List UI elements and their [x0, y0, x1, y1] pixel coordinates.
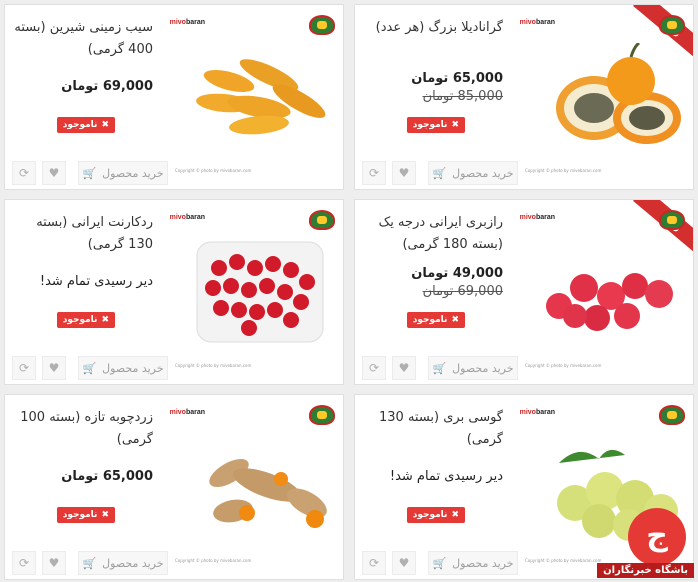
brand-label: mivobaran — [169, 19, 205, 26]
product-card-granadilla[interactable]: ویژه mivobaran گرانادیلا بزرگ (هر عدد) 6… — [354, 4, 694, 190]
close-icon: ✖ — [101, 120, 109, 130]
product-image[interactable] — [189, 43, 339, 153]
close-icon: ✖ — [451, 315, 459, 325]
product-title[interactable]: گوسی بری (بسته 130 گرمی) — [358, 407, 503, 451]
wishlist-button[interactable]: ♥ — [42, 356, 66, 380]
watermark-logo: ج باشگاه خبرنگاران — [574, 508, 694, 578]
brand-label: mivobaran — [169, 409, 205, 416]
cart-icon: 🛒 — [82, 361, 97, 375]
compare-button[interactable]: ⟳ — [362, 161, 386, 185]
photo-copyright: Copyright © photo by mivebaran.com — [175, 168, 252, 173]
wishlist-button[interactable]: ♥ — [42, 161, 66, 185]
cart-icon: 🛒 — [432, 166, 447, 180]
wishlist-button[interactable]: ♥ — [42, 551, 66, 575]
compare-button[interactable]: ⟳ — [362, 551, 386, 575]
soldout-badge: ✖ ناموجود — [56, 312, 115, 328]
product-price: 65,000 تومان — [411, 71, 503, 86]
store-logo-icon — [659, 15, 685, 35]
product-old-price: 85,000 تومان — [422, 89, 503, 104]
close-icon: ✖ — [451, 510, 459, 520]
soldout-message: دیر رسیدی تمام شد! — [39, 274, 153, 289]
refresh-icon: ⟳ — [18, 556, 30, 570]
photo-copyright: Copyright © photo by mivebaran.com — [175, 363, 252, 368]
product-image[interactable] — [539, 43, 689, 153]
brand-label: mivobaran — [169, 214, 205, 221]
store-logo-icon — [659, 210, 685, 230]
product-card-raspberry[interactable]: ویژه mivobaran رازبری ایرانی درجه یک (بس… — [354, 199, 694, 385]
wishlist-button[interactable]: ♥ — [392, 356, 416, 380]
refresh-icon: ⟳ — [368, 166, 380, 180]
refresh-icon: ⟳ — [18, 166, 30, 180]
compare-button[interactable]: ⟳ — [12, 551, 36, 575]
buy-button[interactable]: خرید محصول 🛒 — [78, 356, 168, 380]
compare-button[interactable]: ⟳ — [362, 356, 386, 380]
brand-label: mivobaran — [519, 214, 555, 221]
store-logo-icon — [309, 405, 335, 425]
product-title[interactable]: ردکارنت ایرانی (بسته 130 گرمی) — [8, 212, 153, 256]
product-card-redcurrant[interactable]: mivobaran ردکارنت ایرانی (بسته 130 گرمی)… — [4, 199, 344, 385]
brand-label: mivobaran — [519, 19, 555, 26]
close-icon: ✖ — [101, 510, 109, 520]
product-card-turmeric[interactable]: mivobaran زردچوبه تازه (بسته 100 گرمی) 6… — [4, 394, 344, 580]
product-title[interactable]: گرانادیلا بزرگ (هر عدد) — [358, 17, 503, 39]
refresh-icon: ⟳ — [18, 361, 30, 375]
photo-copyright: Copyright © photo by mivebaran.com — [525, 363, 602, 368]
cart-icon: 🛒 — [432, 361, 447, 375]
heart-icon: ♥ — [48, 166, 60, 180]
heart-icon: ♥ — [398, 556, 410, 570]
soldout-badge: ✖ ناموجود — [406, 117, 465, 133]
refresh-icon: ⟳ — [368, 556, 380, 570]
refresh-icon: ⟳ — [368, 361, 380, 375]
soldout-message: دیر رسیدی تمام شد! — [389, 469, 503, 484]
product-card-sweet-potato[interactable]: mivobaran سیب زمینی شیرین (بسته 400 گرمی… — [4, 4, 344, 190]
store-logo-icon — [309, 15, 335, 35]
close-icon: ✖ — [451, 120, 459, 130]
heart-icon: ♥ — [48, 556, 60, 570]
soldout-badge: ✖ ناموجود — [56, 117, 115, 133]
product-image[interactable] — [189, 433, 339, 543]
product-title[interactable]: زردچوبه تازه (بسته 100 گرمی) — [8, 407, 153, 451]
buy-button[interactable]: خرید محصول 🛒 — [78, 551, 168, 575]
buy-button[interactable]: خرید محصول 🛒 — [428, 161, 518, 185]
product-image[interactable] — [539, 238, 689, 348]
wishlist-button[interactable]: ♥ — [392, 551, 416, 575]
heart-icon: ♥ — [398, 361, 410, 375]
compare-button[interactable]: ⟳ — [12, 161, 36, 185]
soldout-badge: ✖ ناموجود — [56, 507, 115, 523]
buy-button[interactable]: خرید محصول 🛒 — [78, 161, 168, 185]
product-image[interactable] — [189, 238, 339, 348]
watermark-icon: ج — [628, 508, 686, 566]
buy-button[interactable]: خرید محصول 🛒 — [428, 551, 518, 575]
product-price: 65,000 تومان — [61, 469, 153, 484]
product-title[interactable]: رازبری ایرانی درجه یک (بسته 180 گرمی) — [358, 212, 503, 256]
cart-icon: 🛒 — [82, 556, 97, 570]
photo-copyright: Copyright © photo by mivebaran.com — [525, 168, 602, 173]
product-price: 49,000 تومان — [411, 266, 503, 281]
cart-icon: 🛒 — [432, 556, 447, 570]
heart-icon: ♥ — [48, 361, 60, 375]
product-price: 69,000 تومان — [61, 79, 153, 94]
photo-copyright: Copyright © photo by mivebaran.com — [175, 558, 252, 563]
brand-label: mivobaran — [519, 409, 555, 416]
soldout-badge: ✖ ناموجود — [406, 507, 465, 523]
product-title[interactable]: سیب زمینی شیرین (بسته 400 گرمی) — [8, 17, 153, 61]
wishlist-button[interactable]: ♥ — [392, 161, 416, 185]
buy-button[interactable]: خرید محصول 🛒 — [428, 356, 518, 380]
compare-button[interactable]: ⟳ — [12, 356, 36, 380]
soldout-badge: ✖ ناموجود — [406, 312, 465, 328]
cart-icon: 🛒 — [82, 166, 97, 180]
store-logo-icon — [309, 210, 335, 230]
heart-icon: ♥ — [398, 166, 410, 180]
store-logo-icon — [659, 405, 685, 425]
close-icon: ✖ — [101, 315, 109, 325]
watermark-label: باشگاه خبرنگاران — [597, 563, 694, 578]
product-old-price: 69,000 تومان — [422, 284, 503, 299]
